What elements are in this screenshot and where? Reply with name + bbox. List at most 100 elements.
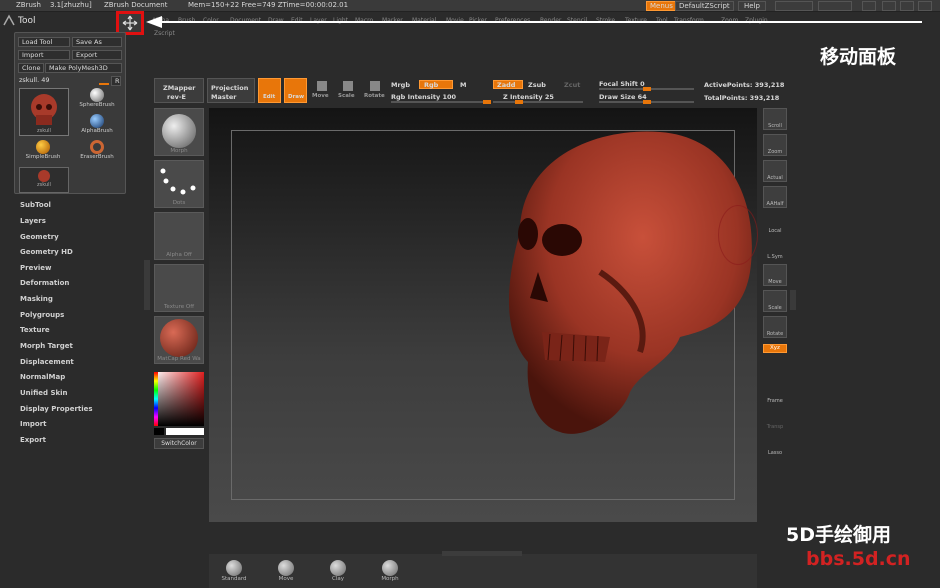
zsub-toggle[interactable]: Zsub xyxy=(528,81,546,89)
standard-brush-button[interactable]: Standard xyxy=(219,560,249,586)
z-intensity-slider[interactable] xyxy=(493,100,583,104)
restore-icon[interactable] xyxy=(900,1,914,11)
import-button[interactable]: Import xyxy=(18,50,70,60)
save-as-button[interactable]: Save As xyxy=(72,37,122,47)
tool-thumb-zskull[interactable]: zskull xyxy=(19,88,69,136)
scale-mode-icon xyxy=(343,81,353,91)
tool-thumb-spherebrush[interactable]: SphereBrush xyxy=(75,88,119,112)
menu-geometry[interactable]: Geometry xyxy=(20,233,59,241)
transp-button[interactable]: Transp xyxy=(763,408,787,430)
clone-button[interactable]: Clone xyxy=(18,63,44,73)
load-tool-button[interactable]: Load Tool xyxy=(18,37,70,47)
draw-button[interactable]: Draw xyxy=(284,78,307,103)
menu-displacement[interactable]: Displacement xyxy=(20,358,74,366)
aahalf-button[interactable]: AAHalf xyxy=(763,186,787,208)
morph-brush-icon xyxy=(382,560,398,576)
window-controls-a[interactable] xyxy=(775,1,813,11)
bottom-shelf-toggle[interactable] xyxy=(442,551,522,556)
menu-export[interactable]: Export xyxy=(20,436,46,444)
frame-button[interactable]: Frame xyxy=(763,382,787,404)
tool-thumb-eraserbrush[interactable]: EraserBrush xyxy=(75,140,119,164)
tool-slider[interactable] xyxy=(99,83,109,85)
default-zscript-button[interactable]: DefaultZScript xyxy=(675,1,734,11)
rotate-view-button[interactable]: Rotate xyxy=(763,316,787,338)
tool-thumb-alphabrush[interactable]: AlphaBrush xyxy=(75,114,119,138)
menu-normalmap[interactable]: NormalMap xyxy=(20,373,65,381)
zcut-toggle[interactable]: Zcut xyxy=(564,81,580,89)
total-points-readout: TotalPoints: 393,218 xyxy=(704,94,780,102)
stroke-thumb-dots[interactable]: Dots xyxy=(154,160,204,208)
annotation-arrow-icon xyxy=(146,16,922,28)
move-brush-button[interactable]: Move xyxy=(271,560,301,586)
focal-shift-slider[interactable] xyxy=(599,87,694,91)
lsym-button[interactable]: L.Sym xyxy=(763,238,787,260)
hue-strip[interactable] xyxy=(154,372,158,426)
texture-thumb[interactable]: Texture Off xyxy=(154,264,204,312)
secondary-color-swatch[interactable] xyxy=(166,428,204,435)
rgb-intensity-slider[interactable] xyxy=(391,100,491,104)
move-mode-button[interactable]: Move xyxy=(311,78,333,103)
color-gradient-square[interactable] xyxy=(154,372,204,426)
m-toggle[interactable]: M xyxy=(460,81,466,89)
switch-color-button[interactable]: SwitchColor xyxy=(154,438,204,449)
material-thumb[interactable]: MatCap Red Wa xyxy=(154,316,204,364)
scroll-button[interactable]: Scroll xyxy=(763,108,787,130)
lock-icon[interactable] xyxy=(862,1,876,11)
r-button[interactable]: R xyxy=(111,76,121,86)
local-button[interactable]: Local xyxy=(763,212,787,234)
clay-brush-icon xyxy=(330,560,346,576)
help-button[interactable]: Help xyxy=(738,1,766,11)
mrgb-toggle[interactable]: Mrgb xyxy=(391,81,410,89)
scale-view-button[interactable]: Scale xyxy=(763,290,787,312)
menu-unified-skin[interactable]: Unified Skin xyxy=(20,389,68,397)
export-button[interactable]: Export xyxy=(72,50,122,60)
morph-brush-button[interactable]: Morph xyxy=(375,560,405,586)
menu-deformation[interactable]: Deformation xyxy=(20,279,69,287)
menu-texture[interactable]: Texture xyxy=(20,326,50,334)
zmapper-button[interactable]: ZMapper rev-E xyxy=(154,78,204,103)
zoom-button[interactable]: Zoom xyxy=(763,134,787,156)
move-arrows-icon xyxy=(122,15,138,31)
menu-morph-target[interactable]: Morph Target xyxy=(20,342,73,350)
projection-label: Projection xyxy=(211,84,249,92)
draw-size-slider[interactable] xyxy=(599,100,694,104)
xyz-toggle[interactable]: Xyz xyxy=(763,344,787,353)
menu-preview[interactable]: Preview xyxy=(20,264,52,272)
projection-master-button[interactable]: Projection Master xyxy=(207,78,255,103)
menu-masking[interactable]: Masking xyxy=(20,295,53,303)
primary-color-swatch[interactable] xyxy=(154,428,164,435)
simple-brush-icon xyxy=(36,140,50,154)
scale-mode-button[interactable]: Scale xyxy=(337,78,359,103)
actual-button[interactable]: Actual xyxy=(763,160,787,182)
zadd-toggle[interactable]: Zadd xyxy=(493,80,523,89)
menu-import[interactable]: Import xyxy=(20,420,47,428)
brush-thumb-morph[interactable]: Morph xyxy=(154,108,204,156)
lsym-label: L.Sym xyxy=(767,254,783,260)
edit-button[interactable]: Edit xyxy=(258,78,281,103)
menu-layers[interactable]: Layers xyxy=(20,217,46,225)
menu-polygroups[interactable]: Polygroups xyxy=(20,311,64,319)
menu-zscript[interactable]: Zscript xyxy=(154,30,175,37)
rotate-mode-button[interactable]: Rotate xyxy=(364,78,386,103)
alpha-thumb[interactable]: Alpha Off xyxy=(154,212,204,260)
menu-geometry-hd[interactable]: Geometry HD xyxy=(20,248,73,256)
right-panel-collapse[interactable] xyxy=(790,290,796,310)
alpha-brush-icon xyxy=(90,114,104,128)
make-polymesh-button[interactable]: Make PolyMesh3D xyxy=(45,63,122,73)
window-controls-b[interactable] xyxy=(818,1,852,11)
clay-brush-button[interactable]: Clay xyxy=(323,560,353,586)
move-view-button[interactable]: Move xyxy=(763,264,787,286)
menu-subtool[interactable]: SubTool xyxy=(20,201,51,209)
lasso-button[interactable]: Lasso xyxy=(763,434,787,456)
rotate-view-label: Rotate xyxy=(766,331,784,337)
menus-button[interactable]: Menus xyxy=(646,1,677,11)
skull-model[interactable] xyxy=(480,122,760,442)
color-picker[interactable] xyxy=(154,372,204,436)
tool-thumb-zskull-2[interactable]: zskull xyxy=(19,167,69,193)
close-icon[interactable] xyxy=(918,1,932,11)
rgb-toggle[interactable]: Rgb xyxy=(419,80,453,89)
left-panel-collapse[interactable] xyxy=(144,260,150,310)
minimize-icon[interactable] xyxy=(882,1,896,11)
menu-display-properties[interactable]: Display Properties xyxy=(20,405,93,413)
tool-thumb-simplebrush[interactable]: SimpleBrush xyxy=(19,140,67,164)
